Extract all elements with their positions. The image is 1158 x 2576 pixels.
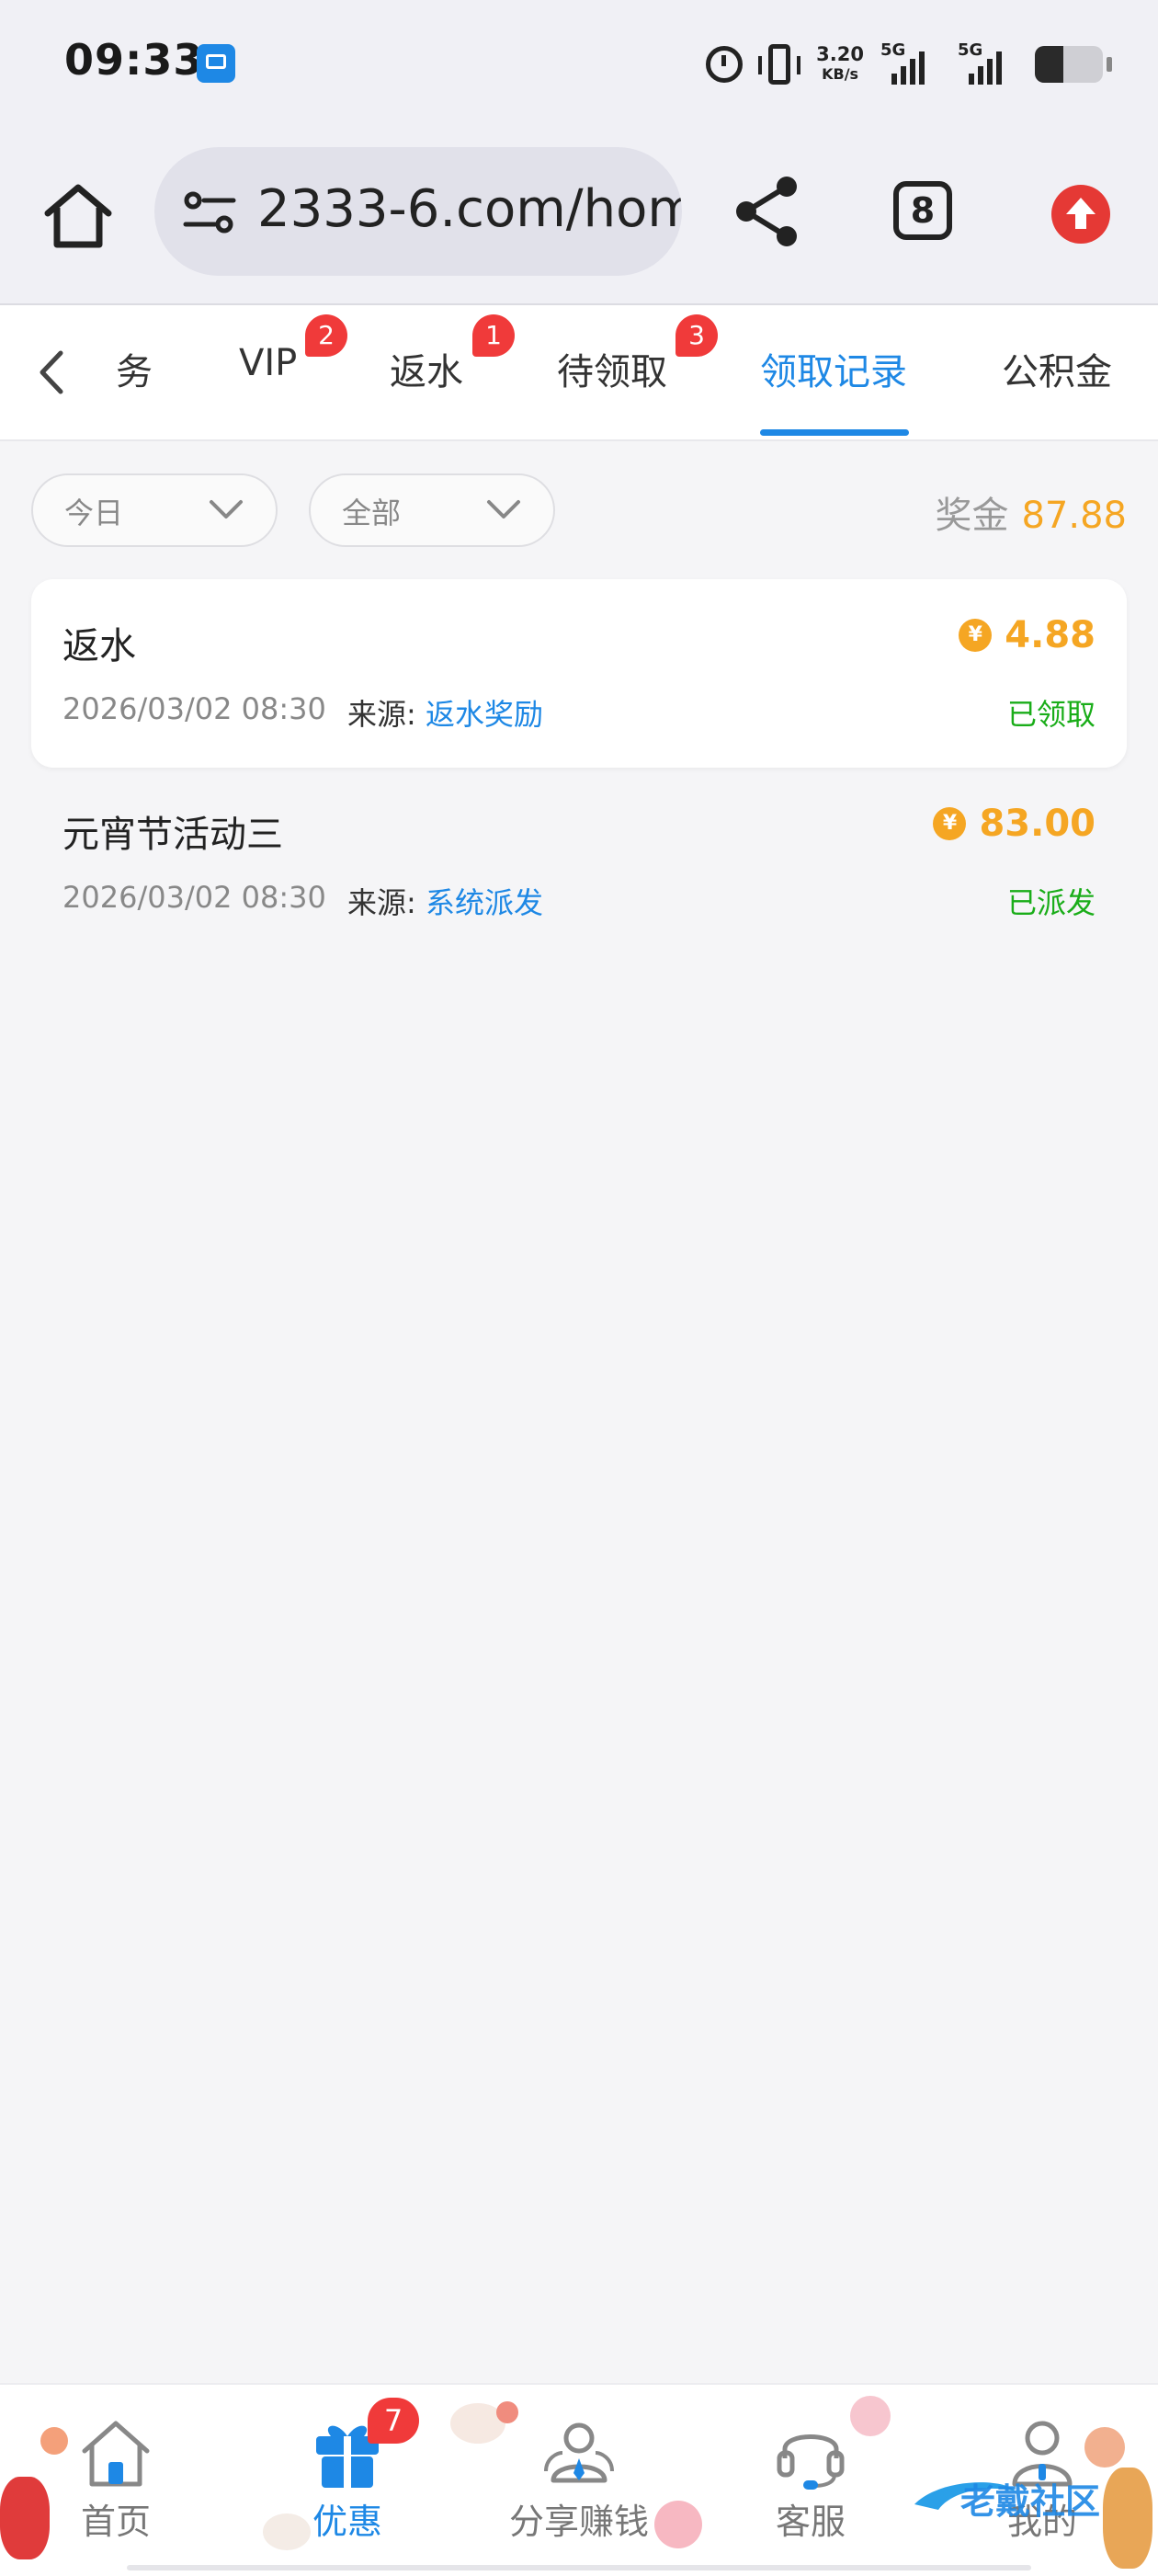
record-source-value: 返水奖励 bbox=[425, 697, 543, 732]
nav-home-label: 首页 bbox=[80, 2502, 151, 2542]
browser-toolbar: 2333-6.com/hom 8 bbox=[0, 124, 1158, 305]
tab-pending[interactable]: 待领取 bbox=[557, 342, 667, 395]
record-title: 返水 bbox=[62, 625, 136, 667]
coin-icon: ¥ bbox=[959, 619, 993, 652]
record-amount: ¥ 4.88 bbox=[959, 614, 1096, 656]
home-icon[interactable] bbox=[37, 175, 119, 257]
nav-home[interactable]: 首页 bbox=[24, 2385, 208, 2576]
record-status: 已领取 bbox=[1006, 697, 1096, 732]
bonus-value: 87.88 bbox=[1021, 495, 1127, 537]
status-bar: 09:33 3.20 KB/s 5G 5G bbox=[0, 0, 1158, 124]
chevron-down-icon bbox=[210, 500, 243, 519]
record-amount-value: 4.88 bbox=[1005, 614, 1096, 656]
signal-icon: 5G bbox=[880, 40, 941, 85]
network-speed: 3.20 KB/s bbox=[816, 44, 864, 85]
status-time: 09:33 bbox=[64, 35, 204, 85]
address-bar[interactable]: 2333-6.com/hom bbox=[154, 147, 682, 276]
watermark-text: 老戴社区 bbox=[960, 2481, 1100, 2522]
record-amount: ¥ 83.00 bbox=[933, 803, 1096, 845]
record-source-label: 来源: bbox=[347, 885, 416, 920]
record-source-value: 系统派发 bbox=[425, 885, 543, 920]
tab-rebate[interactable]: 返水 bbox=[390, 342, 463, 395]
alarm-icon bbox=[706, 46, 744, 83]
record-date: 2026/03/02 08:30 bbox=[62, 880, 326, 915]
record-status: 已派发 bbox=[1006, 885, 1096, 920]
signal-icon-2: 5G bbox=[958, 40, 1018, 85]
tab-claim-records[interactable]: 领取记录 bbox=[760, 342, 907, 395]
category-tabs: 务 VIP 2 返水 1 待领取 3 领取记录 公积金 bbox=[0, 305, 1158, 441]
nav-share-earn-label: 分享赚钱 bbox=[508, 2502, 649, 2542]
chevron-left-icon[interactable] bbox=[33, 349, 70, 395]
network-speed-value: 3.20 bbox=[816, 43, 864, 65]
battery-cap bbox=[1107, 57, 1112, 72]
pending-badge: 3 bbox=[676, 314, 718, 357]
record-item[interactable]: 返水 ¥ 4.88 2026/03/02 08:30 来源: 返水奖励 已领取 bbox=[31, 579, 1127, 768]
record-date: 2026/03/02 08:30 bbox=[62, 691, 326, 726]
bonus-label: 奖金 bbox=[935, 495, 1009, 537]
home-icon bbox=[82, 2421, 150, 2487]
nav-customer-service-label: 客服 bbox=[775, 2502, 846, 2542]
coin-icon: ¥ bbox=[933, 807, 967, 840]
network-speed-unit: KB/s bbox=[822, 65, 859, 83]
type-filter-dropdown[interactable]: 全部 bbox=[309, 473, 555, 547]
nav-promotions-label: 优惠 bbox=[312, 2502, 382, 2542]
share-icon[interactable] bbox=[726, 170, 809, 253]
screen-recorder-icon bbox=[197, 44, 235, 83]
tab-tasks[interactable]: 务 bbox=[116, 342, 153, 395]
vibrate-icon bbox=[758, 44, 801, 85]
record-source: 来源: 返水奖励 bbox=[347, 691, 543, 734]
chevron-down-icon bbox=[487, 500, 520, 519]
promotions-badge: 7 bbox=[368, 2398, 419, 2444]
nav-customer-service[interactable]: 客服 bbox=[719, 2385, 903, 2576]
record-source-label: 来源: bbox=[347, 697, 416, 732]
tab-provident-fund[interactable]: 公积金 bbox=[1002, 342, 1112, 395]
headset-icon bbox=[777, 2434, 845, 2490]
record-item[interactable]: 元宵节活动三 ¥ 83.00 2026/03/02 08:30 来源: 系统派发… bbox=[31, 768, 1127, 956]
rebate-badge: 1 bbox=[472, 314, 515, 357]
status-indicators: 3.20 KB/s 5G 5G bbox=[706, 37, 1112, 92]
url-text[interactable]: 2333-6.com/hom bbox=[257, 179, 682, 239]
nav-share-earn[interactable]: 分享赚钱 bbox=[487, 2385, 671, 2576]
bonus-total: 奖金 87.88 bbox=[935, 485, 1127, 539]
gesture-bar bbox=[127, 2565, 1031, 2570]
update-icon[interactable] bbox=[1051, 185, 1110, 244]
type-filter-label: 全部 bbox=[342, 496, 402, 530]
share-earn-icon bbox=[544, 2422, 614, 2483]
active-tab-indicator bbox=[760, 429, 909, 436]
date-filter-dropdown[interactable]: 今日 bbox=[31, 473, 278, 547]
watermark-logo: 老戴社区 bbox=[914, 2481, 1100, 2522]
signal-label-2: 5G bbox=[958, 40, 983, 60]
battery-icon bbox=[1035, 46, 1103, 83]
tab-switcher-button[interactable]: 8 bbox=[893, 181, 952, 240]
record-source: 来源: 系统派发 bbox=[347, 880, 543, 922]
record-amount-value: 83.00 bbox=[979, 803, 1096, 845]
signal-label: 5G bbox=[880, 40, 906, 60]
site-settings-icon[interactable] bbox=[182, 191, 237, 234]
tab-vip[interactable]: VIP bbox=[239, 342, 297, 384]
record-title: 元宵节活动三 bbox=[62, 814, 283, 856]
vip-badge: 2 bbox=[305, 314, 347, 357]
date-filter-label: 今日 bbox=[64, 496, 124, 530]
